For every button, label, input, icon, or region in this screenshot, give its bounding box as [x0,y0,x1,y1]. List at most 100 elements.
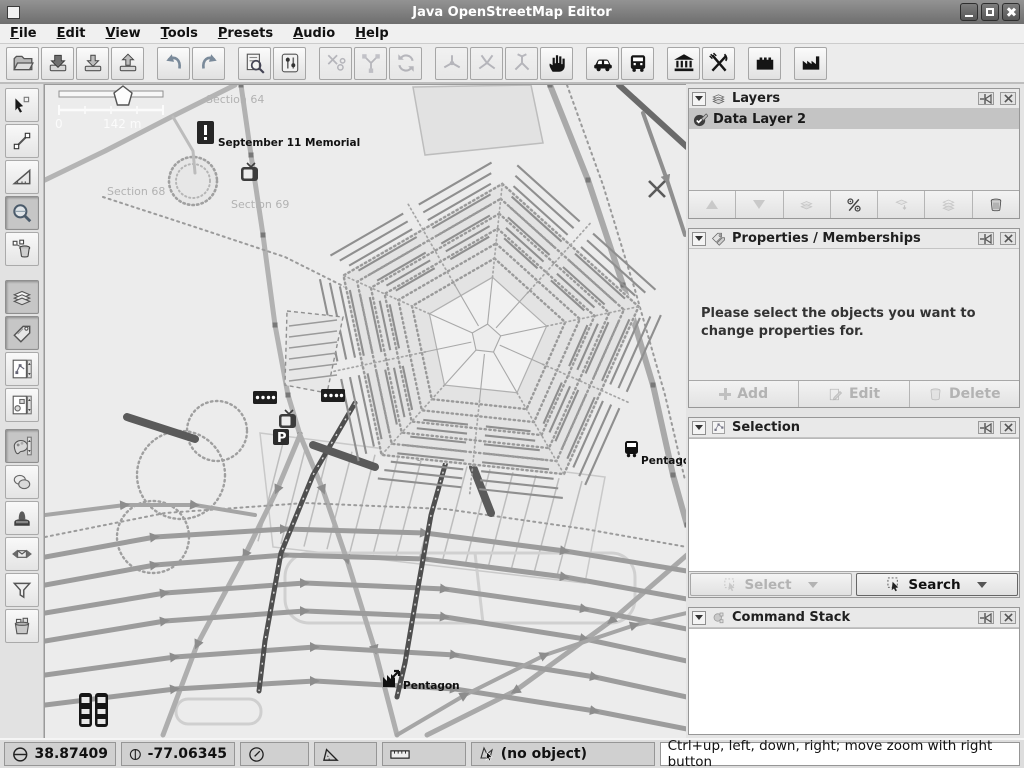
properties-toggle-button[interactable] [5,316,39,350]
castle-preset-button[interactable] [748,47,781,80]
panel-close-button[interactable] [1000,611,1016,624]
collapse-button[interactable] [692,232,706,246]
section-69-label: Section 69 [231,198,289,211]
split-way-icon [325,52,347,74]
select-button: Select [690,573,852,596]
relations-toggle-button[interactable] [5,465,39,499]
menu-view[interactable]: View [106,26,141,41]
delete-layer-button[interactable] [973,191,1019,218]
unglue-node-icon [441,52,463,74]
search-button[interactable]: Search [856,573,1018,596]
measure-tool-button[interactable] [5,160,39,194]
close-button[interactable] [1002,3,1020,21]
selection-list[interactable] [689,438,1019,571]
upload-data-button[interactable] [111,47,144,80]
collapse-button[interactable] [692,421,706,435]
menu-edit[interactable]: Edit [57,26,86,41]
map-zoom-slider[interactable] [59,86,163,105]
distance-segment [382,742,466,766]
draw-node-tool-button[interactable] [5,124,39,158]
measure-tool-icon [11,166,33,188]
zoom-to-selection-icon [244,52,266,74]
bus-stop-label: Pentagon [641,455,687,467]
active-layer-edit-icon [693,112,708,127]
conflict-toggle-button[interactable] [5,537,39,571]
menu-audio[interactable]: Audio [293,26,335,41]
menu-tools[interactable]: Tools [161,26,198,41]
selection-toggle-button[interactable] [5,352,39,386]
layers-toggle-button[interactable] [5,280,39,314]
panel-close-button[interactable] [1000,92,1016,105]
platform-icon [253,391,277,404]
redo-button[interactable] [192,47,225,80]
download-data-icon [82,52,104,74]
menu-bar: File Edit View Tools Presets Audio Help [0,24,1024,44]
scale-distance-label: 142 m [103,117,141,131]
delete-tool-button[interactable] [5,232,39,266]
duplicate-layer-button [925,191,972,218]
longitude-icon [129,746,142,763]
cursor-object-icon [479,746,495,763]
relation-list-toggle-button[interactable] [5,388,39,422]
properties-panel-header: Properties / Memberships [689,229,1019,249]
unglue-way-button [470,47,503,80]
layers-toolbar [689,190,1019,218]
restaurant-preset-button[interactable] [702,47,735,80]
bus-icon [79,693,92,727]
minimize-button[interactable] [960,3,978,21]
changeset-toggle-button[interactable] [5,609,39,643]
close-icon [1004,94,1013,103]
command-stack-list[interactable] [689,628,1019,734]
cloverleaf-loop [187,401,247,461]
collapse-button[interactable] [692,92,706,106]
restriction-hand-button[interactable] [540,47,573,80]
metro-station-label: Pentagon [403,680,460,692]
layer-row[interactable]: Data Layer 2 [689,109,1019,129]
angle-segment [314,742,376,766]
menu-presets[interactable]: Presets [218,26,273,41]
heading-segment [240,742,309,766]
panel-close-button[interactable] [1000,232,1016,245]
factory-preset-button[interactable] [794,47,827,80]
sticky-pin-button[interactable] [978,92,994,105]
panel-close-button[interactable] [1000,421,1016,434]
sticky-pin-button[interactable] [978,421,994,434]
menu-file[interactable]: File [10,26,37,41]
select-tool-icon [11,94,33,116]
layers-panel-header: Layers [689,89,1019,109]
command-stack-icon [710,610,726,626]
filter-toggle-button[interactable] [5,573,39,607]
zoom-to-selection-button[interactable] [238,47,271,80]
command-stack-panel: Command Stack [688,607,1020,735]
compass-icon [248,746,265,763]
open-file-button[interactable] [6,47,39,80]
undo-button[interactable] [157,47,190,80]
download-data-button[interactable] [76,47,109,80]
mappaint-toggle-button[interactable] [5,429,39,463]
select-tool-button[interactable] [5,88,39,122]
latitude-value: 38.87409 [34,746,108,762]
toggle-visibility-button[interactable] [831,191,878,218]
save-button[interactable] [41,47,74,80]
up-arrow-icon [706,200,718,209]
crossing-icon [649,181,665,197]
properties-buttons: Add Edit Delete [689,380,1019,407]
preferences-button[interactable] [273,47,306,80]
bank-preset-button[interactable] [667,47,700,80]
properties-panel: Properties / Memberships Please select t… [688,228,1020,408]
maximize-button[interactable] [981,3,999,21]
history-toggle-button[interactable] [5,501,39,535]
zoom-slider-thumb[interactable] [114,86,132,105]
map-canvas[interactable]: 0 142 m Section 64 Section 68 Section 69… [44,84,686,738]
layers-list[interactable]: Data Layer 2 [689,109,1019,190]
sticky-pin-button[interactable] [978,232,994,245]
zoom-tool-button[interactable] [5,196,39,230]
menu-help[interactable]: Help [355,26,388,41]
sticky-pin-button[interactable] [978,611,994,624]
collapse-button[interactable] [692,611,706,625]
cursor-search-icon [887,577,902,592]
pin-icon [980,613,992,623]
car-preset-button[interactable] [586,47,619,80]
building-footprint [413,85,543,155]
bus-preset-button[interactable] [621,47,654,80]
